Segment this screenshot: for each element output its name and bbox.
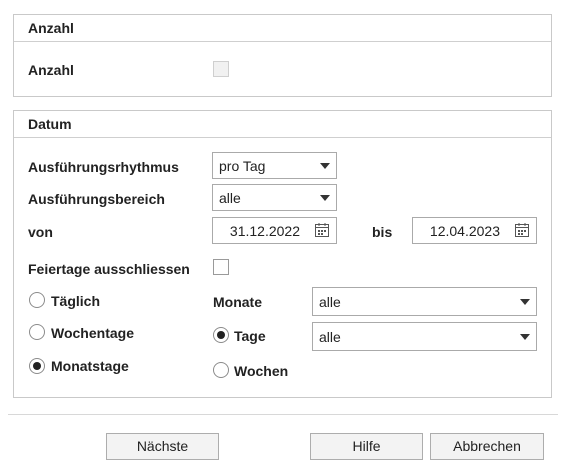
bis-date-input[interactable]: 12.04.2023 — [412, 217, 537, 244]
radio-taeglich[interactable] — [29, 292, 45, 308]
anzahl-panel-header: Anzahl — [14, 15, 551, 42]
bereich-select[interactable]: alle — [212, 184, 337, 211]
datum-panel-title: Datum — [28, 116, 72, 132]
calendar-icon[interactable] — [514, 222, 530, 241]
tage-select[interactable]: alle — [312, 322, 537, 351]
von-label: von — [28, 224, 53, 240]
bis-label: bis — [372, 224, 393, 240]
monate-select[interactable]: alle — [312, 287, 537, 316]
help-button[interactable]: Hilfe — [310, 433, 423, 460]
next-button[interactable]: Nächste — [106, 433, 219, 460]
tage-value: alle — [319, 329, 341, 345]
radio-wochen-label[interactable]: Wochen — [234, 363, 288, 379]
anzahl-panel-title: Anzahl — [28, 20, 74, 36]
anzahl-label: Anzahl — [28, 62, 74, 78]
datum-panel: Datum Ausführungsrhythmus pro Tag Ausfüh… — [13, 110, 552, 398]
radio-monatstage-label[interactable]: Monatstage — [51, 358, 129, 374]
anzahl-panel: Anzahl Anzahl — [13, 14, 552, 97]
cancel-button[interactable]: Abbrechen — [430, 433, 544, 460]
radio-wochen[interactable] — [213, 362, 229, 378]
radio-wochentage-label[interactable]: Wochentage — [51, 325, 134, 341]
von-date-input[interactable]: 31.12.2022 — [212, 217, 337, 244]
radio-wochentage[interactable] — [29, 324, 45, 340]
rhythmus-label: Ausführungsrhythmus — [28, 159, 179, 175]
bereich-value: alle — [219, 190, 241, 206]
radio-tage[interactable] — [213, 327, 229, 343]
feiertage-checkbox[interactable] — [213, 259, 229, 275]
chevron-down-icon — [320, 163, 330, 169]
rhythmus-value: pro Tag — [219, 158, 266, 174]
monate-value: alle — [319, 294, 341, 310]
radio-tage-label[interactable]: Tage — [234, 328, 266, 344]
feiertage-label: Feiertage ausschliessen — [28, 261, 190, 277]
calendar-icon[interactable] — [314, 222, 330, 241]
radio-taeglich-label[interactable]: Täglich — [51, 293, 100, 309]
chevron-down-icon — [320, 195, 330, 201]
chevron-down-icon — [520, 299, 530, 305]
rhythmus-select[interactable]: pro Tag — [212, 152, 337, 179]
monate-label: Monate — [213, 294, 262, 310]
bereich-label: Ausführungsbereich — [28, 191, 165, 207]
anzahl-checkbox[interactable] — [213, 61, 229, 77]
datum-panel-header: Datum — [14, 111, 551, 138]
radio-monatstage[interactable] — [29, 358, 45, 374]
chevron-down-icon — [520, 334, 530, 340]
von-date-value: 31.12.2022 — [229, 223, 300, 239]
footer-separator — [8, 414, 558, 415]
bis-date-value: 12.04.2023 — [429, 223, 500, 239]
